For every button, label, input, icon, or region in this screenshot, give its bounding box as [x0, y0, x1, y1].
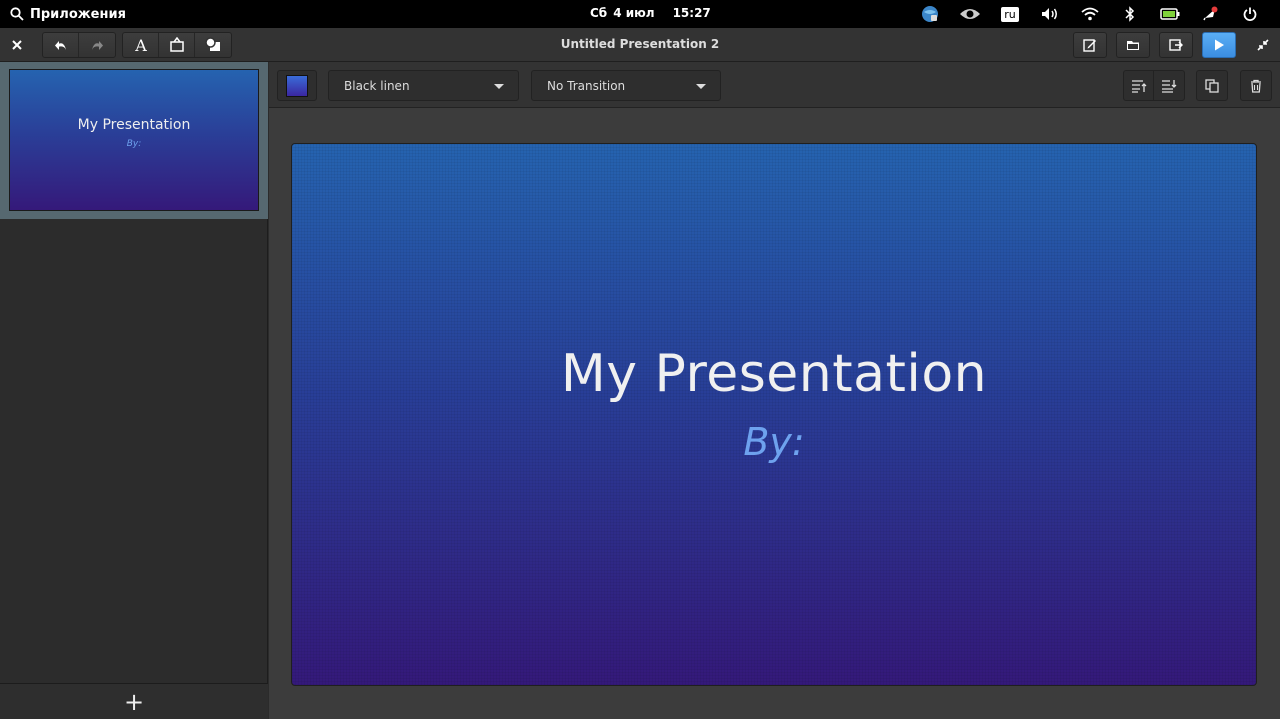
unfullscreen-button[interactable] [1252, 32, 1274, 58]
close-icon [12, 40, 22, 50]
tray-app-indicator[interactable] [910, 3, 950, 25]
session-indicator[interactable] [1230, 3, 1270, 25]
edit-notes-button[interactable] [1073, 32, 1107, 58]
insert-shape-button[interactable] [195, 33, 231, 57]
insert-image-button[interactable] [159, 33, 195, 57]
search-icon [10, 7, 24, 21]
bluetooth-icon [1125, 6, 1135, 22]
background-pattern-combo[interactable]: Black linen [328, 70, 519, 101]
volume-icon [1042, 8, 1057, 20]
open-file-button[interactable] [1116, 32, 1150, 58]
slide-subtitle-text[interactable]: By: [743, 420, 804, 464]
clock[interactable]: Сб 4 июл 15:27 [590, 6, 711, 20]
close-window-button[interactable] [6, 32, 28, 58]
insert-group: A [122, 32, 232, 58]
battery-icon [1160, 8, 1180, 20]
slide-thumbnail[interactable]: My Presentation By: [9, 69, 259, 211]
move-down-icon [1162, 79, 1177, 93]
dropdown-arrow-icon [696, 84, 706, 89]
wifi-icon [1081, 7, 1099, 21]
add-slide-button[interactable]: + [0, 683, 268, 719]
insert-text-button[interactable]: A [123, 33, 159, 57]
image-insert-icon [169, 37, 184, 52]
clock-time: 15:27 [672, 6, 711, 20]
volume-indicator[interactable] [1030, 3, 1070, 25]
system-tray: ru [910, 3, 1270, 25]
svg-text:A: A [134, 37, 147, 53]
slide-order-group [1123, 70, 1185, 101]
redo-icon [92, 41, 103, 50]
undo-icon [54, 41, 66, 50]
undo-button[interactable] [43, 33, 79, 57]
clock-date: 4 июл [613, 6, 655, 20]
slide-canvas[interactable]: My Presentation By: [291, 143, 1257, 686]
color-swatch [286, 74, 308, 97]
tray-eye-indicator[interactable] [950, 3, 990, 25]
background-pattern-value: Black linen [344, 78, 410, 93]
slide-thumbnail-selected[interactable]: My Presentation By: [0, 62, 268, 219]
play-presentation-button[interactable] [1202, 32, 1236, 58]
battery-indicator[interactable] [1150, 3, 1190, 25]
headerbar: A Untitled Presentation 2 [0, 28, 1280, 62]
transition-value: No Transition [547, 78, 626, 93]
keyboard-layout-label: ru [1001, 6, 1019, 22]
text-icon: A [134, 37, 147, 53]
applications-label: Приложения [30, 6, 126, 22]
add-icon: + [123, 687, 145, 716]
clock-day: Сб [590, 6, 608, 20]
redo-button[interactable] [79, 33, 115, 57]
edit-icon [1083, 39, 1096, 52]
slide-canvas-area: My Presentation By: [269, 108, 1280, 719]
export-button[interactable] [1159, 32, 1193, 58]
thumbnail-subtitle: By: [126, 139, 142, 149]
shape-icon [205, 37, 220, 51]
move-up-icon [1131, 79, 1146, 93]
undo-redo-group [42, 32, 116, 58]
bluetooth-indicator[interactable] [1110, 3, 1150, 25]
slide-sidebar: My Presentation By: + [0, 62, 268, 719]
eye-icon [960, 9, 980, 19]
globe-app-icon [922, 6, 938, 22]
duplicate-icon [1205, 78, 1219, 93]
move-slide-down-button[interactable] [1154, 71, 1184, 100]
background-color-button[interactable] [277, 70, 317, 101]
network-indicator[interactable] [1070, 3, 1110, 25]
folder-icon [1127, 41, 1139, 50]
system-panel: Приложения Сб 4 июл 15:27 ru [0, 0, 1280, 28]
slide-toolbar: Black linen No Transition [269, 62, 1280, 108]
restore-icon [1257, 39, 1269, 51]
transition-combo[interactable]: No Transition [531, 70, 721, 101]
play-icon [1215, 39, 1224, 51]
thumbnail-title: My Presentation [77, 117, 191, 133]
power-icon [1243, 7, 1257, 21]
bell-icon [1203, 6, 1218, 21]
dropdown-arrow-icon [494, 84, 504, 89]
export-icon [1169, 39, 1183, 51]
duplicate-slide-button[interactable] [1196, 70, 1228, 101]
slide-title-text[interactable]: My Presentation [561, 344, 987, 404]
move-slide-up-button[interactable] [1124, 71, 1154, 100]
notifications-indicator[interactable] [1190, 3, 1230, 25]
trash-icon [1251, 79, 1261, 93]
delete-slide-button[interactable] [1240, 70, 1272, 101]
keyboard-layout-indicator[interactable]: ru [990, 3, 1030, 25]
applications-menu[interactable]: Приложения [10, 5, 126, 23]
